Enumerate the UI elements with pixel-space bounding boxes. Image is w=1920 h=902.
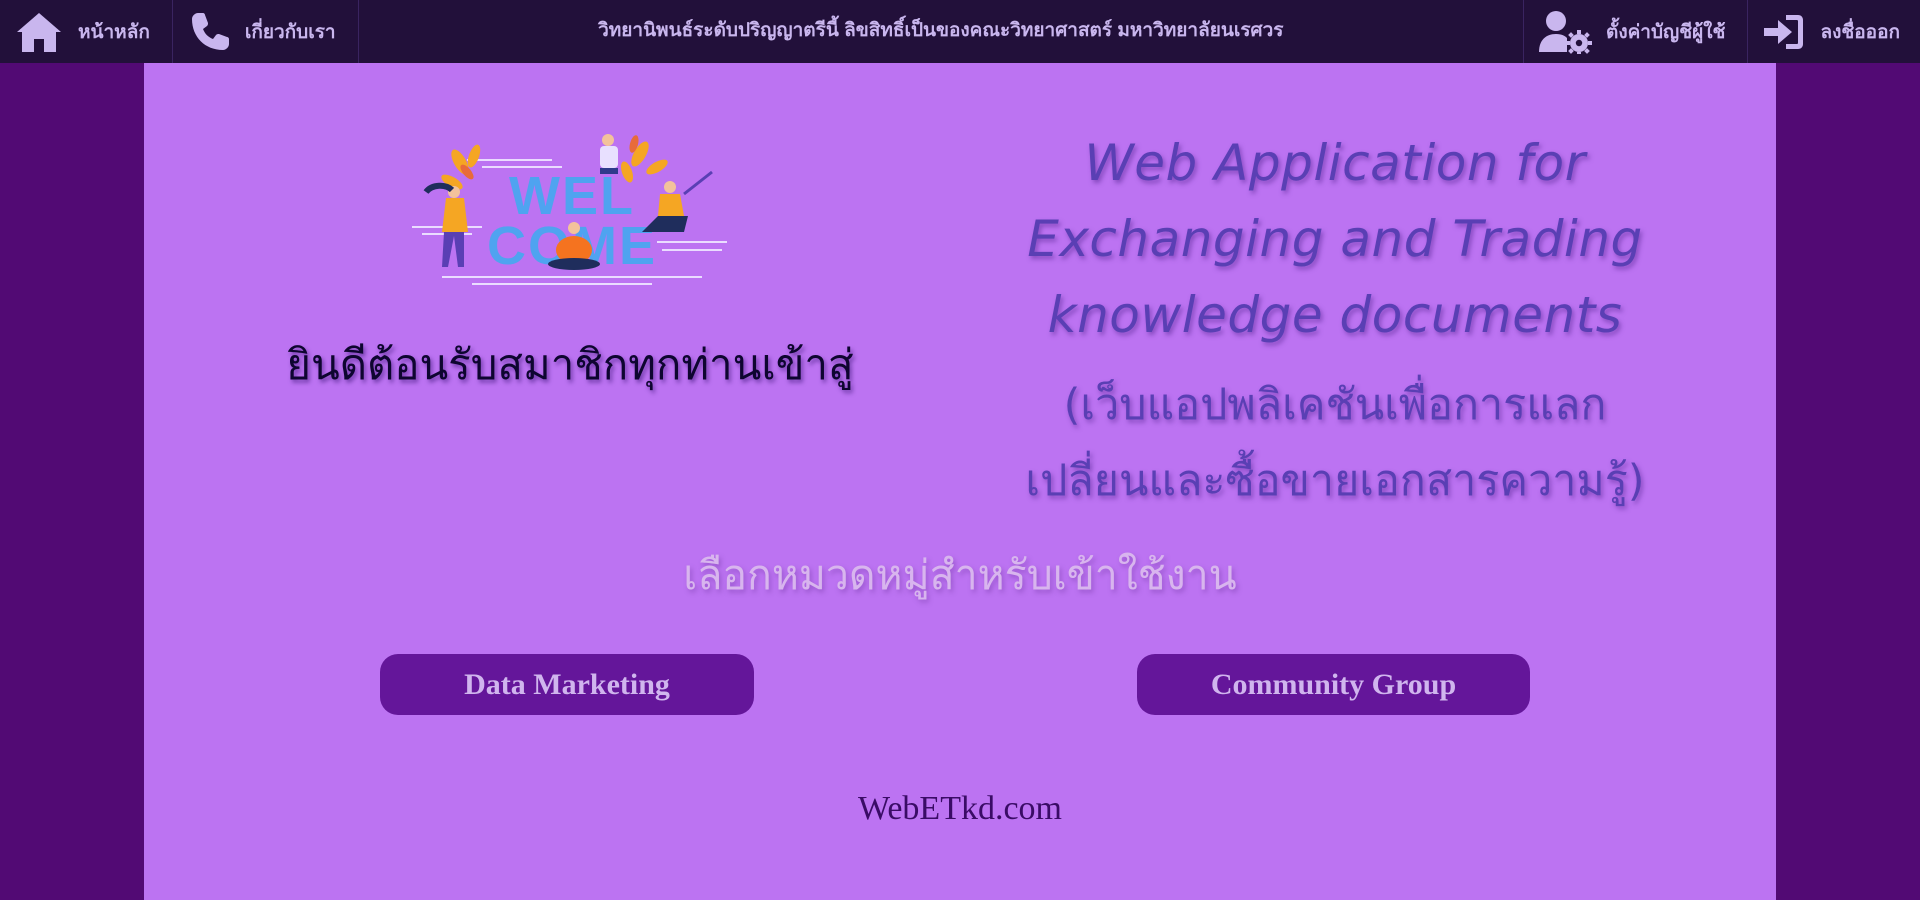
nav-account-settings[interactable]: ตั้งค่าบัญชีผู้ใช้ (1522, 0, 1747, 63)
app-subtitle-line: เปลี่ยนและซื้อขายเอกสารความรู้) (1025, 456, 1645, 506)
home-icon (14, 10, 64, 54)
nav-logout-label: ลงชื่อออก (1820, 21, 1900, 43)
sign-in-icon (1762, 12, 1806, 52)
nav-home-label: หน้าหลัก (78, 21, 150, 43)
phone-icon (189, 11, 231, 53)
welcome-illustration: WEL COME (412, 132, 732, 288)
nav-home[interactable]: หน้าหลัก (0, 0, 173, 63)
footer-site-name: WebETkd.com (857, 790, 1063, 827)
app-subtitle-line: (เว็บแอปพลิเคชันเพื่อการแลก (1063, 380, 1607, 430)
app-title-line: Exchanging and Trading (1027, 210, 1643, 268)
app-title-line: knowledge documents (1047, 286, 1623, 344)
app-subtitle: (เว็บแอปพลิเคชันเพื่อการแลก เปลี่ยนและซื… (990, 367, 1680, 519)
app-title-line: Web Application for (1084, 134, 1586, 192)
nav-about[interactable]: เกี่ยวกับเรา (173, 0, 359, 63)
community-group-button[interactable]: Community Group (1137, 654, 1530, 715)
app-title: Web Application for Exchanging and Tradi… (990, 125, 1680, 353)
top-navbar: หน้าหลัก เกี่ยวกับเรา วิทยานิพนธ์ระดับปร… (0, 0, 1920, 63)
welcome-message: ยินดีต้อนรับสมาชิกทุกท่านเข้าสู่ (286, 340, 854, 389)
nav-account-settings-label: ตั้งค่าบัญชีผู้ใช้ (1605, 21, 1726, 43)
site-title: วิทยานิพนธ์ระดับปริญญาตรีนี้ ลิขสิทธิ์เป… (598, 19, 1284, 41)
nav-logout[interactable]: ลงชื่อออก (1747, 0, 1920, 63)
nav-about-label: เกี่ยวกับเรา (244, 21, 336, 43)
data-marketing-button[interactable]: Data Marketing (380, 654, 754, 715)
user-gear-icon (1538, 10, 1592, 54)
category-prompt: เลือกหมวดหมู่สำหรับเข้าใช้งาน (683, 551, 1237, 599)
